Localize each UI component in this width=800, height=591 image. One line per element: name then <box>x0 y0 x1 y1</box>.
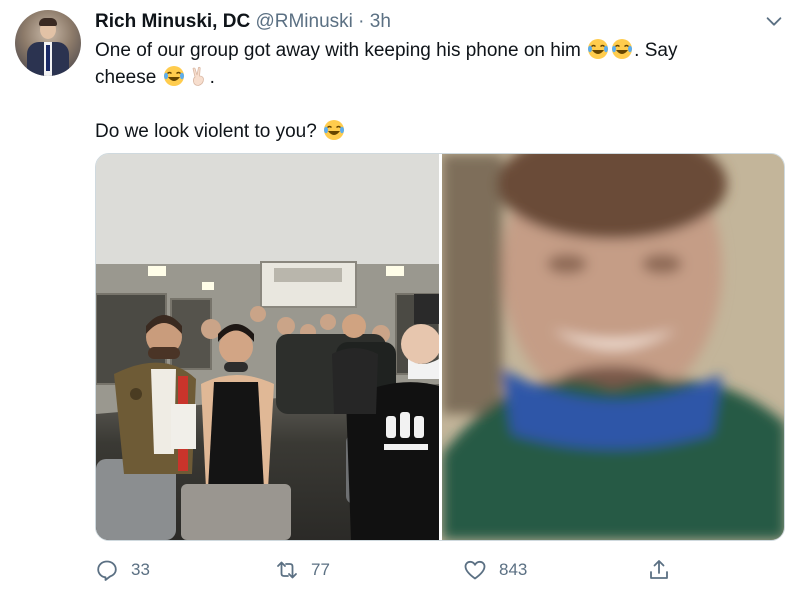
group-selfie-illustration <box>96 154 439 540</box>
tweet-media <box>95 153 785 541</box>
share-icon <box>650 560 668 579</box>
tweet-text-segment: . <box>209 67 215 88</box>
tweet-header: Rich Minuski, DC @RMinuski · 3h <box>95 11 391 33</box>
reply-button[interactable]: 33 <box>95 556 150 584</box>
avatar-hair <box>39 18 57 26</box>
tweet-text-segment: Do we look violent to you? <box>95 121 317 142</box>
tweet-text-line-2: cheese . <box>95 64 775 91</box>
face-with-tears-of-joy-icon <box>163 66 184 86</box>
tweet-text-segment: . Say <box>634 40 678 61</box>
zoomed-face-illustration <box>442 154 784 540</box>
like-count: 843 <box>499 560 528 579</box>
share-button[interactable] <box>647 556 671 584</box>
separator: · <box>358 11 365 32</box>
tweet-text-segment: cheese <box>95 67 157 88</box>
like-button[interactable]: 843 <box>463 556 527 584</box>
retweet-icon <box>277 561 297 579</box>
tweet-actions: 33 77 843 <box>95 556 695 584</box>
tweet-text: One of our group got away with keeping h… <box>95 37 775 145</box>
face-with-tears-of-joy-icon <box>324 120 345 140</box>
zoomed-face-photo[interactable] <box>442 154 784 540</box>
tweet-text-segment: One of our group got away with keeping h… <box>95 40 581 61</box>
reply-icon <box>97 560 117 581</box>
author-name[interactable]: Rich Minuski, DC <box>95 11 250 32</box>
tweet-text-line-3: Do we look violent to you? <box>95 118 775 145</box>
chevron-down-icon[interactable] <box>763 10 785 32</box>
avatar[interactable] <box>15 10 81 76</box>
avatar-tie <box>46 45 50 71</box>
author-handle[interactable]: @RMinuski <box>255 11 352 32</box>
face-with-tears-of-joy-icon <box>612 39 633 59</box>
tweet-text-line-1: One of our group got away with keeping h… <box>95 37 775 64</box>
retweet-button[interactable]: 77 <box>275 556 330 584</box>
victory-hand-icon <box>192 66 204 86</box>
face-with-tears-of-joy-icon <box>588 39 609 59</box>
group-selfie-photo[interactable] <box>96 154 439 540</box>
heart-icon <box>464 560 486 580</box>
retweet-count: 77 <box>311 560 330 579</box>
timestamp[interactable]: 3h <box>370 11 391 32</box>
reply-count: 33 <box>131 560 150 579</box>
